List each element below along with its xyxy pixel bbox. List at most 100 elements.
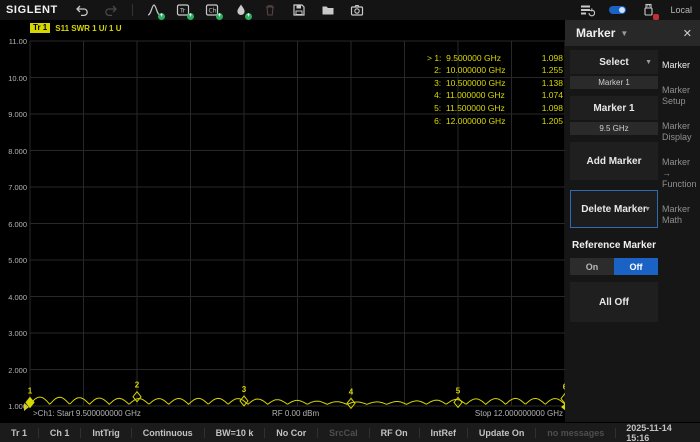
undo-icon[interactable] — [74, 2, 90, 18]
status-item-inttrig[interactable]: IntTrig — [81, 428, 131, 438]
marker-frequency-cell: 4: 11.000000 GHz — [427, 90, 505, 100]
svg-text:Ch: Ch — [208, 8, 216, 15]
status-item-intref[interactable]: IntRef — [419, 428, 467, 438]
marker-number-2: 2 — [135, 381, 140, 390]
select-marker-button[interactable]: Select ▼ — [570, 50, 658, 74]
marker-number-3: 3 — [242, 385, 247, 394]
status-item-continuous[interactable]: Continuous — [132, 428, 204, 438]
marker-table-row: 3: 10.500000 GHz 1.138 — [427, 77, 563, 90]
marker-value-cell: 1.205 — [542, 116, 563, 126]
marker-value-cell: 1.138 — [542, 78, 563, 88]
open-file-icon[interactable] — [320, 2, 336, 18]
plus-badge: + — [216, 13, 223, 20]
y-axis-tick-label: 9.000 — [0, 110, 27, 119]
submenu-item-marker[interactable]: Marker — [662, 60, 700, 71]
plus-badge: + — [187, 13, 194, 20]
chevron-down-icon: ▼ — [620, 29, 628, 38]
add-channel-icon[interactable]: Ch + — [204, 2, 220, 18]
trace-header: Tr 1 S11 SWR 1 U/ 1 U — [30, 23, 121, 33]
marker-value-cell: 1.098 — [542, 103, 563, 113]
status-item-tr-1[interactable]: Tr 1 — [0, 428, 38, 438]
reference-marker-toggle: On Off — [570, 258, 658, 275]
marker-table-row: 5: 11.500000 GHz 1.098 — [427, 102, 563, 115]
status-item-no-cor[interactable]: No Cor — [265, 428, 317, 438]
local-status-label: Local — [670, 5, 692, 15]
toolbar-icons: + Tr + Ch + + — [74, 2, 365, 18]
reference-marker-label: Reference Marker — [570, 240, 658, 251]
marker-value-cell: 1.098 — [542, 53, 563, 63]
toolbar-right: Local — [579, 2, 692, 18]
clock-timestamp: 2025-11-14 15:16 — [616, 423, 700, 442]
siglent-logo: SIGLENT — [6, 4, 58, 16]
y-axis-tick-label: 11.00 — [0, 37, 27, 46]
plus-badge: + — [158, 13, 165, 20]
marker-table-row: 6: 12.000000 GHz 1.205 — [427, 114, 563, 127]
svg-text:Tr: Tr — [179, 8, 186, 15]
submenu-item-marker-function[interactable]: Marker → Function — [662, 157, 700, 190]
status-bar: Tr 1Ch 1IntTrigContinuousBW=10 kNo CorSr… — [0, 422, 700, 442]
chevron-down-icon: ▼ — [644, 206, 651, 213]
add-trace-window-icon[interactable]: Tr + — [175, 2, 191, 18]
chevron-down-icon: ▼ — [645, 59, 652, 66]
marker-table-row: 4: 11.000000 GHz 1.074 — [427, 89, 563, 102]
y-axis-tick-label: 5.000 — [0, 256, 27, 265]
plus-badge: + — [245, 13, 252, 20]
add-peak-trace-icon[interactable]: + — [146, 2, 162, 18]
marker-readout-table: > 1: 9.500000 GHz1.098 2: 10.000000 GHz1… — [427, 52, 563, 127]
marker-number-1: 1 — [28, 386, 33, 395]
submenu-item-marker-display[interactable]: Marker Display — [662, 121, 700, 143]
measurement-label[interactable]: S11 SWR 1 U/ 1 U — [55, 24, 121, 33]
power-toggle-icon[interactable] — [609, 6, 626, 14]
submenu-item-marker-math[interactable]: Marker Math — [662, 204, 700, 226]
delete-trash-icon — [262, 2, 278, 18]
save-icon[interactable] — [291, 2, 307, 18]
top-toolbar: SIGLENT + Tr + Ch + + — [0, 0, 700, 20]
toggle-knob — [619, 7, 625, 13]
start-frequency-label: >Ch1: Start 9.500000000 GHz — [33, 409, 141, 418]
marker-frequency-cell: 2: 10.000000 GHz — [427, 65, 505, 75]
reference-off-option[interactable]: Off — [614, 258, 658, 275]
marker-table-row: > 1: 9.500000 GHz 1.098 — [427, 52, 563, 65]
select-marker-value: Marker 1 — [570, 76, 658, 89]
y-axis-tick-label: 4.000 — [0, 293, 27, 302]
select-label: Select — [599, 57, 628, 68]
add-marker-button[interactable]: Add Marker — [570, 142, 658, 180]
marker-frequency-cell: 3: 10.500000 GHz — [427, 78, 505, 88]
screenshot-camera-icon[interactable] — [349, 2, 365, 18]
usb-device-icon[interactable] — [640, 2, 656, 18]
marker1-frequency-button[interactable]: Marker 1 — [570, 96, 658, 120]
marker-value-cell: 1.074 — [542, 90, 563, 100]
status-item-bw-10-k[interactable]: BW=10 k — [205, 428, 265, 438]
y-axis-tick-label: 10.00 — [0, 74, 27, 83]
delete-marker-button[interactable]: Delete Marker ▼ — [570, 190, 658, 228]
add-marker-icon[interactable]: + — [233, 2, 249, 18]
toolbar-separator — [132, 4, 133, 16]
status-item-ch-1[interactable]: Ch 1 — [39, 428, 81, 438]
marker-frequency-cell: 5: 11.500000 GHz — [427, 103, 505, 113]
sweep-annotations: >Ch1: Start 9.500000000 GHz RF 0.00 dBm … — [0, 409, 565, 422]
y-axis-tick-label: 6.000 — [0, 220, 27, 229]
status-item-srccal[interactable]: SrcCal — [318, 428, 369, 438]
trace-number-chip[interactable]: Tr 1 — [30, 23, 50, 33]
sna-screen: SIGLENT + Tr + Ch + + — [0, 0, 700, 442]
reference-on-option[interactable]: On — [570, 258, 614, 275]
y-axis-tick-label: 3.000 — [0, 329, 27, 338]
marker-frequency-cell: > 1: 9.500000 GHz — [427, 53, 501, 63]
submenu-item-marker-setup[interactable]: Marker Setup — [662, 85, 700, 107]
delete-marker-label: Delete Marker — [581, 204, 647, 215]
all-off-button[interactable]: All Off — [570, 282, 658, 322]
status-item-rf-on[interactable]: RF On — [370, 428, 419, 438]
marker-frequency-cell: 6: 12.000000 GHz — [427, 116, 505, 126]
status-item-no-messages[interactable]: no messages — [536, 428, 615, 438]
marker-number-5: 5 — [456, 386, 461, 395]
y-axis-tick-label: 2.000 — [0, 366, 27, 375]
task-list-icon[interactable] — [579, 2, 595, 18]
stop-frequency-label: Stop 12.000000000 GHz — [475, 409, 563, 418]
marker-table-row: 2: 10.000000 GHz1.255 — [427, 64, 563, 77]
redo-icon — [103, 2, 119, 18]
panel-title[interactable]: Marker — [576, 26, 615, 40]
marker1-frequency-value: 9.5 GHz — [570, 122, 658, 135]
status-item-update-on[interactable]: Update On — [468, 428, 536, 438]
y-axis-tick-label: 8.000 — [0, 147, 27, 156]
close-icon[interactable]: ✕ — [683, 27, 692, 40]
